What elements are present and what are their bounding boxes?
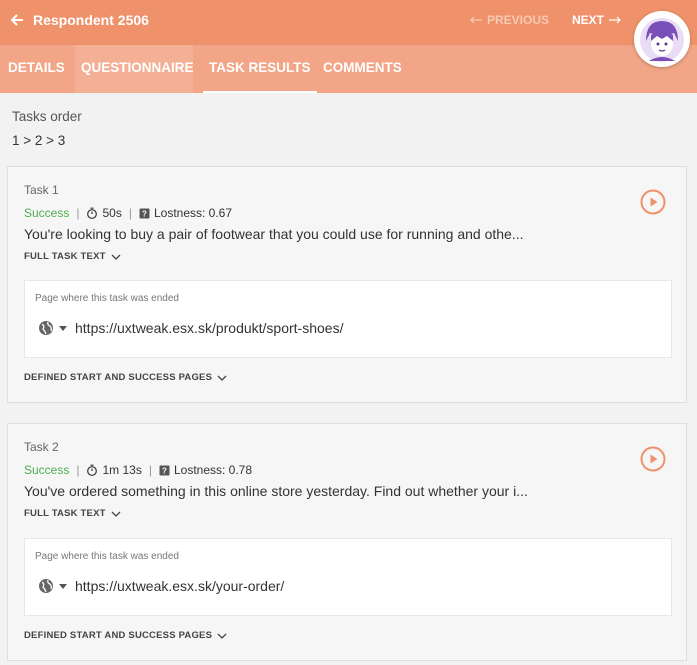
play-recording-icon[interactable] [640, 446, 666, 472]
tab-details[interactable]: DETAILS [2, 45, 71, 93]
globe-icon[interactable] [38, 320, 54, 336]
chevron-down-icon [217, 633, 227, 639]
tab-task-results-label: TASK RESULTS [209, 60, 311, 75]
ended-page-url: https://uxtweak.esx.sk/produkt/sport-sho… [75, 320, 344, 336]
top-bar: Respondent 2506 PREVIOUS NEXT [0, 0, 697, 44]
next-button[interactable]: NEXT [572, 13, 622, 27]
task-time: 50s [102, 206, 122, 220]
chevron-down-icon [217, 375, 227, 381]
svg-text:?: ? [162, 466, 167, 475]
svg-text:?: ? [142, 209, 147, 218]
previous-label: PREVIOUS [487, 13, 550, 27]
task-status-line: Success | 1m 13s | ? Lostness: 0.78 [24, 463, 253, 477]
ended-page-label: Page where this task was ended [35, 293, 179, 304]
full-task-text-toggle[interactable]: FULL TASK TEXT [24, 251, 121, 262]
defined-pages-toggle[interactable]: DEFINED START AND SUCCESS PAGES [24, 630, 227, 641]
task-lostness: Lostness: 0.67 [153, 206, 233, 220]
ended-page-url: https://uxtweak.esx.sk/your-order/ [75, 578, 285, 594]
lostness-icon: ? [159, 465, 170, 475]
respondent-title: Respondent 2506 [33, 12, 149, 28]
defined-pages-label: DEFINED START AND SUCCESS PAGES [24, 630, 213, 641]
ended-page-box: Page where this task was ended https://u… [24, 538, 672, 616]
tasks-order-label: Tasks order [12, 109, 82, 124]
back-arrow-icon[interactable] [8, 11, 26, 29]
task-card: Task 1 Success | 50s | ? Lostness: 0.67 … [7, 166, 687, 403]
chevron-down-icon [111, 254, 121, 260]
task-description: You're looking to buy a pair of footwear… [24, 226, 524, 242]
previous-button[interactable]: PREVIOUS [469, 13, 549, 27]
task-time: 1m 13s [102, 463, 142, 477]
task-description: You've ordered something in this online … [24, 483, 528, 499]
defined-pages-label: DEFINED START AND SUCCESS PAGES [24, 372, 213, 383]
arrow-right-icon [609, 16, 621, 24]
caret-down-icon[interactable] [59, 584, 67, 589]
status-success: Success [24, 206, 70, 220]
arrow-left-icon [470, 16, 482, 24]
tab-comments-label: COMMENTS [323, 60, 402, 75]
ended-page-label: Page where this task was ended [35, 551, 179, 562]
tab-task-results[interactable]: TASK RESULTS [203, 45, 317, 93]
caret-down-icon[interactable] [59, 326, 67, 331]
stopwatch-icon [87, 464, 98, 476]
next-label: NEXT [572, 13, 605, 27]
tab-details-label: DETAILS [8, 60, 65, 75]
play-recording-icon[interactable] [640, 189, 666, 215]
stopwatch-icon [87, 207, 98, 219]
defined-pages-toggle[interactable]: DEFINED START AND SUCCESS PAGES [24, 372, 227, 383]
task-card: Task 2 Success | 1m 13s | ? Lostness: 0.… [7, 423, 687, 661]
tab-questionnaire-label: QUESTIONNAIRE [81, 60, 194, 75]
tab-questionnaire[interactable]: QUESTIONNAIRE [75, 45, 194, 93]
full-task-text-label: FULL TASK TEXT [24, 251, 106, 262]
avatar[interactable] [634, 11, 690, 67]
tab-comments[interactable]: COMMENTS [317, 45, 408, 93]
task-lostness: Lostness: 0.78 [173, 463, 253, 477]
full-task-text-label: FULL TASK TEXT [24, 508, 106, 519]
tasks-order-value: 1 > 2 > 3 [12, 133, 66, 148]
lostness-icon: ? [139, 208, 150, 218]
globe-icon[interactable] [38, 578, 54, 594]
task-title: Task 1 [24, 183, 59, 197]
full-task-text-toggle[interactable]: FULL TASK TEXT [24, 508, 121, 519]
ended-page-box: Page where this task was ended https://u… [24, 280, 672, 358]
chevron-down-icon [111, 511, 121, 517]
task-title: Task 2 [24, 440, 59, 454]
tab-bar: DETAILS QUESTIONNAIRE TASK RESULTS COMME… [0, 44, 697, 93]
task-status-line: Success | 50s | ? Lostness: 0.67 [24, 206, 233, 220]
status-success: Success [24, 463, 70, 477]
